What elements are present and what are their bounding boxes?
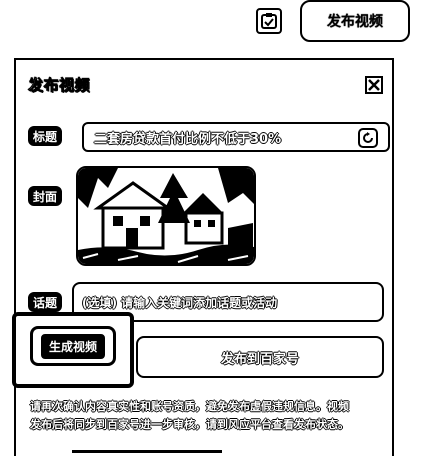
topic-label: 话题 — [28, 292, 62, 312]
publish-to-baijiahao-button[interactable]: 发布到百家号 — [136, 336, 384, 378]
title-input[interactable]: 二套房贷款首付比例不低于30% — [82, 122, 390, 152]
topic-placeholder: (选填) 请输入关键词添加话题或活动 — [82, 295, 278, 310]
dialog-title: 发布视频 — [28, 76, 91, 95]
publish-to-baijiahao-label: 发布到百家号 — [220, 351, 299, 367]
notice-line-2: 发布后将同步到百家号进一步审核，请到风应平台查看发布状态。 — [30, 418, 349, 431]
notice-text: 请再次确认内容真实性和账号资质，避免发布虚假违规信息。视频 发布后将同步到百家号… — [30, 398, 386, 434]
generate-video-label: 生成视频 — [40, 333, 105, 359]
cover-image[interactable] — [76, 166, 256, 266]
notice-line-1: 请再次确认内容真实性和账号资质，避免发布虚假违规信息。视频 — [30, 400, 349, 413]
generate-video-button[interactable]: 生成视频 — [30, 326, 116, 366]
checkbox-icon[interactable] — [256, 8, 282, 34]
publish-dialog: 发布视频 标题 二套房贷款首付比例不低于30% 封面 话题 (选填) 请输入关键… — [12, 58, 394, 456]
publish-top-label: 发布视频 — [327, 14, 383, 30]
divider — [72, 450, 222, 453]
close-icon[interactable] — [365, 76, 383, 94]
title-value: 二套房贷款首付比例不低于30% — [94, 131, 282, 147]
title-label: 标题 — [28, 126, 62, 146]
cover-label: 封面 — [28, 186, 62, 206]
generate-button-highlight: 生成视频 — [12, 312, 134, 388]
refresh-icon[interactable] — [358, 128, 378, 148]
publish-top-button[interactable]: 发布视频 — [300, 0, 410, 42]
